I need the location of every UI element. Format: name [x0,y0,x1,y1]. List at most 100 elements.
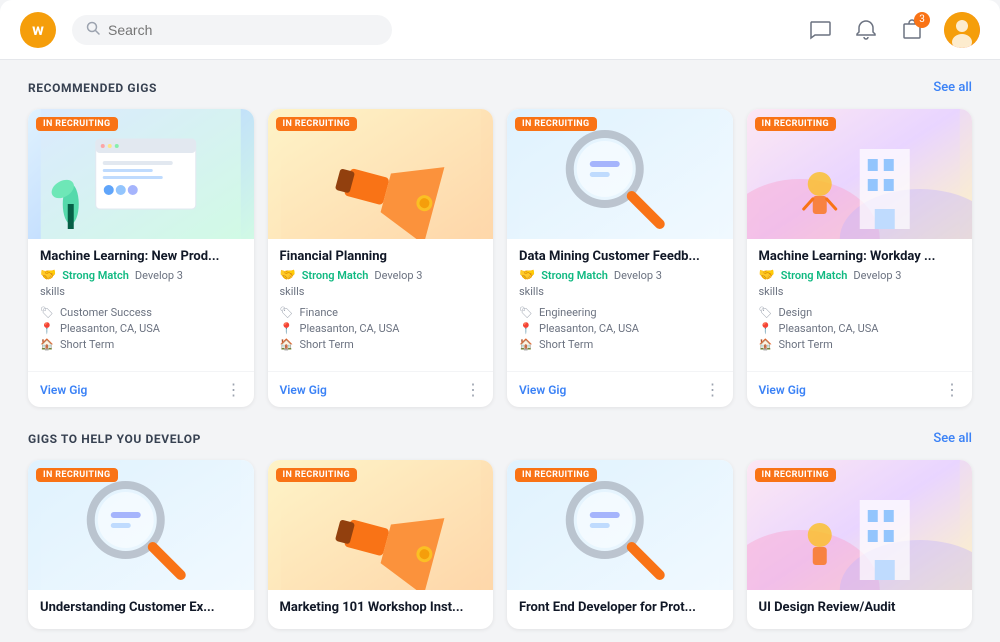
card-1-image: IN RECRUITING [28,109,254,239]
card-2-body: Financial Planning 🤝 Strong Match Develo… [268,239,494,371]
card-2-badge: IN RECRUITING [276,117,358,131]
card-4-match: 🤝 Strong Match Develop 3 [759,268,961,283]
match-icon-4: 🤝 [759,268,775,283]
card-1-view-gig[interactable]: View Gig [40,383,87,397]
card-2-location: 📍 Pleasanton, CA, USA [280,322,482,335]
dev-card-2-badge: IN RECRUITING [276,468,358,482]
develop-gigs-section: GIGS TO HELP YOU DEVELOP See all IN RECR… [28,431,972,629]
card-4-more-icon[interactable]: ⋮ [944,380,960,399]
card-4-badge: IN RECRUITING [755,117,837,131]
recommended-see-all[interactable]: See all [933,80,972,95]
location-icon-3: 📍 [519,322,533,335]
dev-card-4-title: UI Design Review/Audit [759,600,961,615]
dev-card-2-body: Marketing 101 Workshop Inst... [268,590,494,629]
develop-title: GIGS TO HELP YOU DEVELOP [28,432,201,446]
match-label-4: Strong Match [781,269,848,282]
search-bar[interactable] [72,15,392,45]
card-1-meta: 🏷 Customer Success 📍 Pleasanton, CA, USA… [40,306,242,351]
card-3-more-icon[interactable]: ⋮ [705,380,721,399]
match-label: Strong Match [62,269,129,282]
card-2-view-gig[interactable]: View Gig [280,383,327,397]
recommended-cards-grid: IN RECRUITING [28,109,972,407]
card-4-skills: skills [759,285,961,298]
card-1-footer: View Gig ⋮ [28,371,254,407]
develop-see-all[interactable]: See all [933,431,972,446]
cart-icon[interactable]: 3 [898,16,926,44]
home-icon-2: 🏠 [280,338,294,351]
card-4-location: 📍 Pleasanton, CA, USA [759,322,961,335]
dev-card-4-image: IN RECRUITING [747,460,973,590]
dev-card-3-body: Front End Developer for Prot... [507,590,733,629]
header-actions: 3 [806,12,980,48]
home-icon-4: 🏠 [759,338,773,351]
recommended-section-header: RECOMMENDED GIGS See all [28,80,972,95]
card-1-match: 🤝 Strong Match Develop 3 [40,268,242,283]
card-3-category: 🏷 Engineering [519,306,721,319]
dev-card-2-title: Marketing 101 Workshop Inst... [280,600,482,615]
card-3-skills: skills [519,285,721,298]
tag-icon-2: 🏷 [280,306,294,319]
workday-logo[interactable]: w [20,12,56,48]
match-icon-3: 🤝 [519,268,535,283]
card-3-duration: 🏠 Short Term [519,338,721,351]
card-2-skills: skills [280,285,482,298]
match-icon-2: 🤝 [280,268,296,283]
dev-card-2-image: IN RECRUITING [268,460,494,590]
messages-icon[interactable] [806,16,834,44]
card-2-meta: 🏷 Finance 📍 Pleasanton, CA, USA 🏠 Short … [280,306,482,351]
card-4-image: IN RECRUITING [747,109,973,239]
develop-label: Develop 3 [135,269,183,282]
card-4-footer: View Gig ⋮ [747,371,973,407]
card-1-location: 📍 Pleasanton, CA, USA [40,322,242,335]
card-2-title: Financial Planning [280,249,482,264]
dev-card-1-title: Understanding Customer Ex... [40,600,242,615]
notifications-icon[interactable] [852,16,880,44]
header: w [0,0,1000,60]
card-3-location: 📍 Pleasanton, CA, USA [519,322,721,335]
card-2-more-icon[interactable]: ⋮ [465,380,481,399]
search-icon [86,21,100,39]
card-2-duration: 🏠 Short Term [280,338,482,351]
user-avatar[interactable] [944,12,980,48]
dev-card-1-body: Understanding Customer Ex... [28,590,254,629]
card-3-body: Data Mining Customer Feedb... 🤝 Strong M… [507,239,733,371]
develop-card-2: IN RECRUITING [268,460,494,629]
dev-card-3-title: Front End Developer for Prot... [519,600,721,615]
svg-text:w: w [32,20,44,39]
develop-cards-grid: IN RECRUITING [28,460,972,629]
dev-card-4-body: UI Design Review/Audit [747,590,973,629]
recommended-gigs-section: RECOMMENDED GIGS See all IN RECRUITING [28,80,972,407]
dev-card-4-badge: IN RECRUITING [755,468,837,482]
card-1-body: Machine Learning: New Prod... 🤝 Strong M… [28,239,254,371]
card-4-view-gig[interactable]: View Gig [759,383,806,397]
tag-icon: 🏷 [40,306,54,319]
develop-card-1: IN RECRUITING [28,460,254,629]
card-4-duration: 🏠 Short Term [759,338,961,351]
card-4-body: Machine Learning: Workday ... 🤝 Strong M… [747,239,973,371]
gig-card-1: IN RECRUITING [28,109,254,407]
dev-card-3-badge: IN RECRUITING [515,468,597,482]
card-2-match: 🤝 Strong Match Develop 3 [280,268,482,283]
main-content: RECOMMENDED GIGS See all IN RECRUITING [0,60,1000,642]
card-1-category: 🏷 Customer Success [40,306,242,319]
develop-section-header: GIGS TO HELP YOU DEVELOP See all [28,431,972,446]
dev-card-1-badge: IN RECRUITING [36,468,118,482]
develop-label-4: Develop 3 [853,269,901,282]
develop-card-4: IN RECRUITING [747,460,973,629]
match-label-3: Strong Match [541,269,608,282]
location-icon-4: 📍 [759,322,773,335]
card-3-view-gig[interactable]: View Gig [519,383,566,397]
card-4-category: 🏷 Design [759,306,961,319]
develop-card-3: IN RECRUITING [507,460,733,629]
card-4-meta: 🏷 Design 📍 Pleasanton, CA, USA 🏠 Short T… [759,306,961,351]
app-container: w [0,0,1000,642]
card-1-more-icon[interactable]: ⋮ [226,380,242,399]
card-1-badge: IN RECRUITING [36,117,118,131]
search-input[interactable] [108,22,378,38]
card-2-footer: View Gig ⋮ [268,371,494,407]
card-3-match: 🤝 Strong Match Develop 3 [519,268,721,283]
match-label-2: Strong Match [302,269,369,282]
cart-badge: 3 [914,12,930,28]
card-3-footer: View Gig ⋮ [507,371,733,407]
location-icon: 📍 [40,322,54,335]
